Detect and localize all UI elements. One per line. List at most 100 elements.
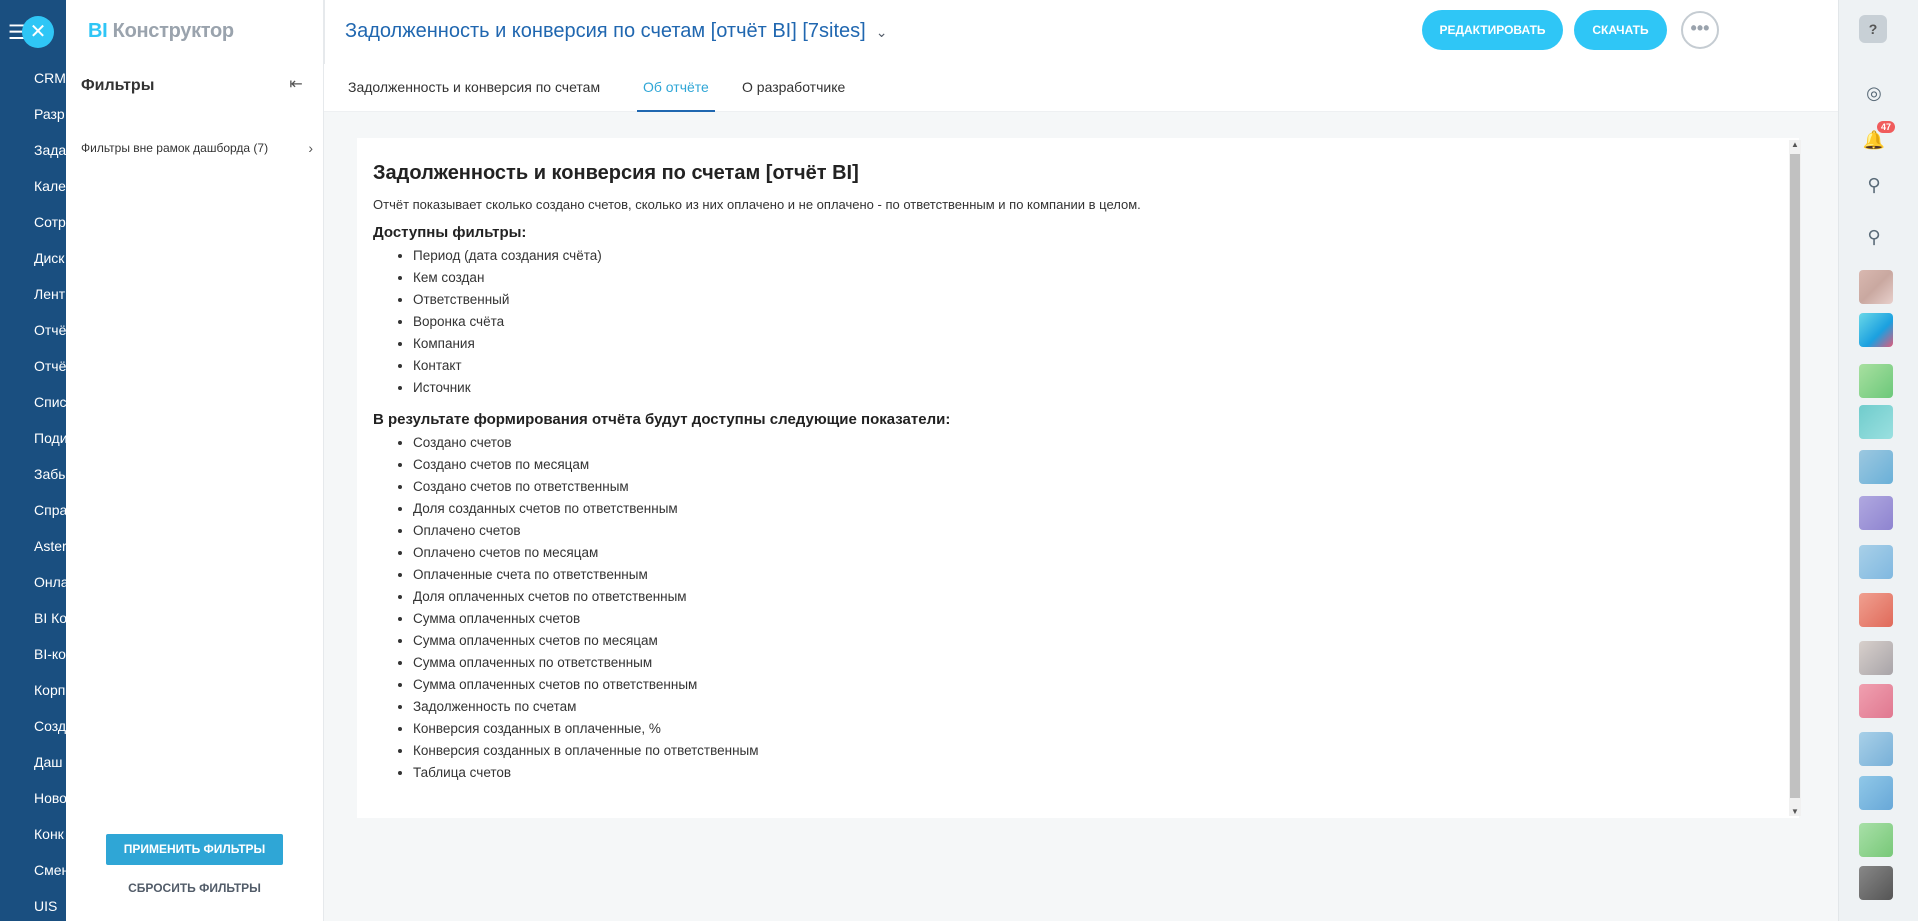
metric-list-item: Создано счетов (413, 432, 1753, 454)
tab-about-report[interactable]: Об отчёте (643, 79, 709, 95)
avatar[interactable] (1859, 641, 1893, 675)
filter-list-item: Период (дата создания счёта) (413, 245, 1753, 267)
metric-list-item: Сумма оплаченных счетов (413, 608, 1753, 630)
tab-about-developer[interactable]: О разработчике (742, 79, 845, 95)
active-tab-indicator (637, 110, 715, 112)
metric-list-item: Сумма оплаченных счетов по ответственным (413, 674, 1753, 696)
download-button[interactable]: СКАЧАТЬ (1574, 10, 1667, 50)
metric-list-item: Таблица счетов (413, 762, 1753, 784)
filter-list-item: Кем создан (413, 267, 1753, 289)
portal-nav-item: Спис (34, 394, 66, 410)
report-tabs: Задолженность и конверсия по счетам Об о… (324, 64, 1838, 112)
portal-nav-item: Даш (34, 754, 63, 770)
apply-filters-button[interactable]: ПРИМЕНИТЬ ФИЛЬТРЫ (106, 834, 283, 865)
metric-list-item: Создано счетов по месяцам (413, 454, 1753, 476)
app-logo: BI Конструктор (88, 20, 234, 43)
report-description: Задолженность и конверсия по счетам [отч… (373, 162, 1753, 796)
edit-button[interactable]: РЕДАКТИРОВАТЬ (1422, 10, 1563, 50)
help-icon[interactable]: ? (1859, 15, 1887, 43)
portal-nav-item: UIS (34, 898, 58, 914)
notification-badge: 47 (1877, 121, 1896, 133)
portal-nav-item: Сотр (34, 214, 66, 230)
filters-title: Фильтры (81, 77, 155, 94)
scroll-down-icon[interactable]: ▼ (1791, 807, 1799, 816)
portal-nav-item: BI-ко (34, 646, 66, 662)
filter-list-item: Ответственный (413, 289, 1753, 311)
portal-nav-item: Ново (34, 790, 66, 806)
metric-list-item: Оплачено счетов (413, 520, 1753, 542)
avatar[interactable] (1859, 823, 1893, 857)
metrics-heading: В результате формирования отчёта будут д… (373, 411, 951, 428)
chat-icon[interactable]: ⚲ (1859, 170, 1889, 200)
report-title[interactable]: Задолженность и конверсия по счетам [отч… (345, 20, 887, 43)
portal-nav-item: Aster (34, 538, 66, 554)
avatar[interactable] (1859, 450, 1893, 484)
portal-nav-item: Онла (34, 574, 66, 590)
metric-list-item: Доля созданных счетов по ответственным (413, 498, 1753, 520)
portal-nav-item: Созд (34, 718, 66, 734)
metric-list-item: Конверсия созданных в оплаченные по отве… (413, 740, 1753, 762)
portal-nav-item: Зада (34, 142, 66, 158)
avatar[interactable] (1859, 732, 1893, 766)
reset-filters-button[interactable]: СБРОСИТЬ ФИЛЬТРЫ (106, 881, 283, 895)
report-description-card: Задолженность и конверсия по счетам [отч… (357, 138, 1799, 818)
scroll-up-icon[interactable]: ▲ (1791, 140, 1799, 149)
filter-list-item: Контакт (413, 355, 1753, 377)
metrics-list: Создано счетовСоздано счетов по месяцамС… (373, 432, 1753, 784)
avatar[interactable] (1859, 776, 1893, 810)
avatar[interactable] (1859, 313, 1893, 347)
metric-list-item: Сумма оплаченных по ответственным (413, 652, 1753, 674)
avatar[interactable] (1859, 866, 1893, 900)
tab-report[interactable]: Задолженность и конверсия по счетам (348, 79, 600, 95)
avatar[interactable] (1859, 364, 1893, 398)
doc-title: Задолженность и конверсия по счетам [отч… (373, 162, 859, 184)
filter-list-item: Воронка счёта (413, 311, 1753, 333)
metric-list-item: Доля оплаченных счетов по ответственным (413, 586, 1753, 608)
avatar[interactable] (1859, 496, 1893, 530)
report-title-text: Задолженность и конверсия по счетам [отч… (345, 20, 866, 42)
chevron-down-icon[interactable]: ⌄ (876, 24, 888, 40)
portal-nav-item: Отчё (34, 322, 66, 338)
report-header: Задолженность и конверсия по счетам [отч… (324, 0, 1838, 64)
search-icon[interactable]: ⚲ (1859, 222, 1889, 252)
avatar[interactable] (1859, 684, 1893, 718)
filter-list-item: Компания (413, 333, 1753, 355)
portal-nav-item: Спра (34, 502, 66, 518)
portal-nav-item: Диск (34, 250, 65, 266)
metric-list-item: Сумма оплаченных счетов по месяцам (413, 630, 1753, 652)
portal-nav-list: CRM Разр Зада Кале Сотр Диск Лент Отчё Отчё Спис П… (34, 62, 66, 921)
doc-description: Отчёт показывает сколько создано счетов,… (373, 197, 1141, 212)
filter-group-label: Фильтры вне рамок дашборда (7) (81, 141, 269, 155)
filters-list: Период (дата создания счёта)Кем созданОт… (373, 245, 1753, 399)
filters-heading: Доступны фильтры: (373, 224, 527, 241)
avatar[interactable] (1859, 545, 1893, 579)
portal-nav-item: Кале (34, 178, 66, 194)
metric-list-item: Задолженность по счетам (413, 696, 1753, 718)
portal-nav-item: Смен (34, 862, 66, 878)
more-icon[interactable]: ••• (1681, 11, 1719, 49)
right-dock: ? ◎ 🔔 47 ⚲ ⚲ (1838, 0, 1918, 921)
filter-group-outside-dashboard[interactable]: Фильтры вне рамок дашборда (7) › (81, 138, 313, 159)
filter-list-item: Источник (413, 377, 1753, 399)
logo-bi: BI (88, 20, 108, 42)
bi-builder-slider: BI Конструктор Фильтры ⇤ Фильтры вне рам… (66, 0, 1838, 921)
chevron-right-icon: › (308, 140, 313, 156)
portal-nav-item: CRM (34, 70, 66, 86)
portal-nav-item: Конк (34, 826, 64, 842)
avatar[interactable] (1859, 270, 1893, 304)
portal-nav-item: Корп (34, 682, 66, 698)
scrollbar-thumb[interactable] (1790, 154, 1800, 798)
filters-panel: BI Конструктор Фильтры ⇤ Фильтры вне рам… (66, 0, 324, 921)
target-icon[interactable]: ◎ (1859, 78, 1889, 108)
content-scrollbar[interactable]: ▲ ▼ (1789, 140, 1801, 816)
collapse-panel-icon[interactable]: ⇤ (285, 74, 307, 96)
portal-nav-item: Разр (34, 106, 65, 122)
portal-nav-item: BI Ко (34, 610, 66, 626)
metric-list-item: Создано счетов по ответственным (413, 476, 1753, 498)
portal-nav-item: Лент (34, 286, 66, 302)
avatar[interactable] (1859, 593, 1893, 627)
metric-list-item: Оплаченные счета по ответственным (413, 564, 1753, 586)
avatar[interactable] (1859, 405, 1893, 439)
close-slider-button[interactable]: ✕ (22, 16, 54, 48)
logo-text: Конструктор (112, 20, 234, 42)
